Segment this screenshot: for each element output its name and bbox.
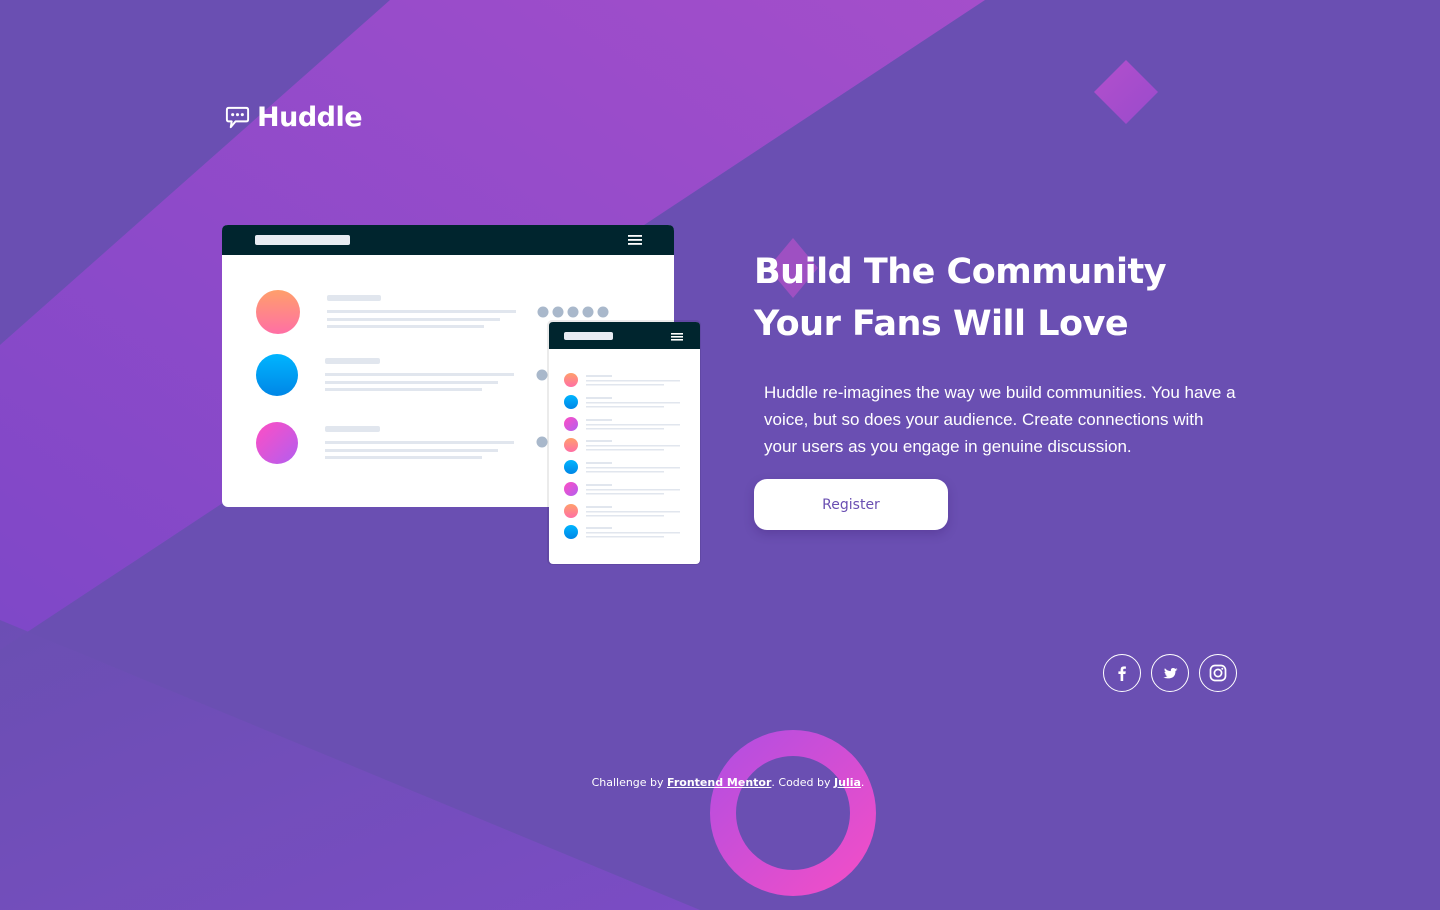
twitter-icon xyxy=(1163,668,1178,679)
frontend-mentor-link[interactable]: Frontend Mentor xyxy=(667,776,771,789)
register-button[interactable]: Register xyxy=(754,479,948,530)
instagram-link[interactable] xyxy=(1199,654,1237,692)
mobile-window xyxy=(547,320,701,565)
mockup-drawing xyxy=(222,225,701,565)
attribution-middle: . Coded by xyxy=(771,776,835,789)
brand-logo[interactable]: Huddle xyxy=(224,102,363,134)
facebook-icon xyxy=(1118,666,1126,681)
attribution-suffix: . xyxy=(860,776,865,789)
hero-title-line2: Your Fans Will Love xyxy=(754,304,1129,344)
footer-attribution: Challenge by Frontend Mentor. Coded by J… xyxy=(0,776,1440,789)
facebook-link[interactable] xyxy=(1103,654,1141,692)
instagram-icon xyxy=(1209,664,1227,682)
hero-section: Build The Community Your Fans Will Love … xyxy=(754,246,1244,460)
hero-title-line1: Build The Community xyxy=(754,252,1167,292)
author-link[interactable]: Julia xyxy=(834,776,861,789)
brand-name: Huddle xyxy=(257,102,363,133)
chat-bubble-icon xyxy=(225,106,250,128)
attribution-prefix: Challenge by xyxy=(591,776,668,789)
hero-description: Huddle re-imagines the way we build comm… xyxy=(764,383,1236,456)
hero-title: Build The Community Your Fans Will Love xyxy=(754,246,1244,350)
app-mockup-illustration xyxy=(221,224,711,569)
decorative-ring xyxy=(710,730,876,896)
social-links xyxy=(1103,654,1237,692)
twitter-link[interactable] xyxy=(1151,654,1189,692)
